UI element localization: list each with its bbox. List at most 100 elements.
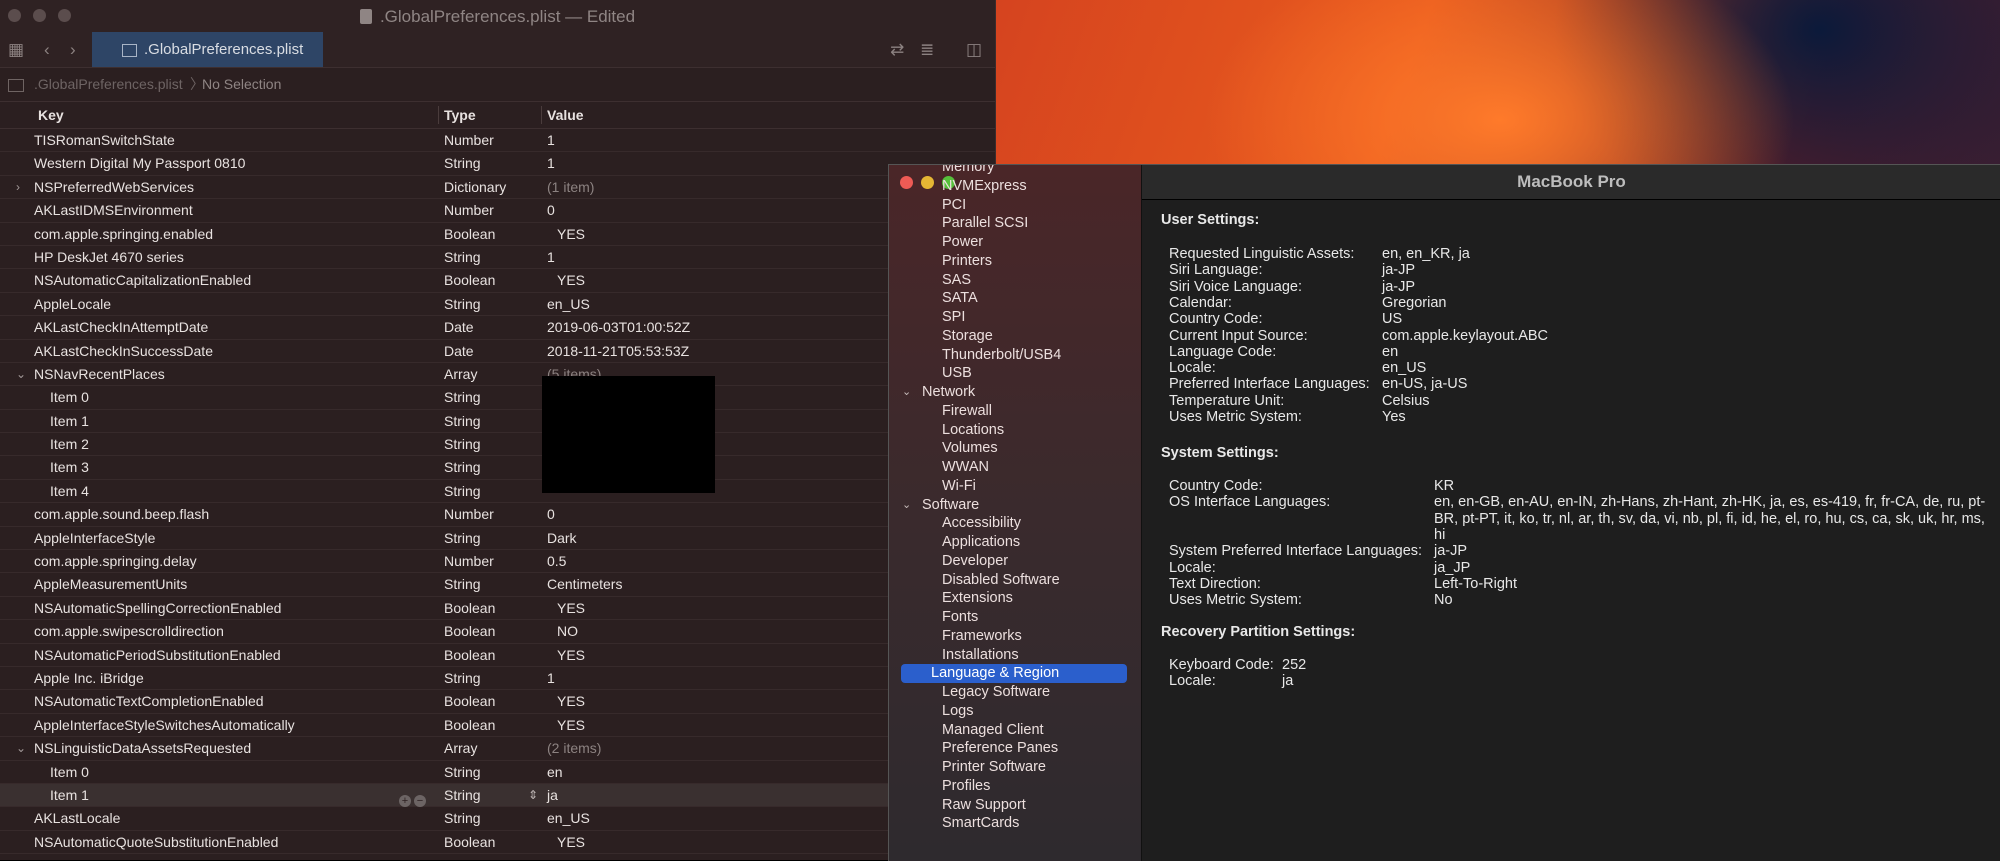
row-type[interactable]: Number bbox=[444, 503, 494, 525]
tab-globalpreferences[interactable]: .GlobalPreferences.plist bbox=[92, 32, 323, 67]
chevron-down-icon[interactable]: ⌄ bbox=[902, 496, 911, 514]
row-type[interactable]: Boolean bbox=[444, 620, 495, 642]
row-value[interactable]: (2 items) bbox=[547, 737, 601, 759]
table-row[interactable]: AppleMeasurementUnits String Centimeters bbox=[0, 573, 995, 597]
row-type[interactable]: String bbox=[444, 410, 481, 432]
row-value[interactable]: Dark bbox=[547, 527, 577, 549]
table-row[interactable]: TISRomanSwitchState Number 1 bbox=[0, 129, 995, 153]
table-row[interactable]: › NSPreferredWebServices Dictionary (1 item… bbox=[0, 176, 995, 200]
row-value[interactable]: 2019-06-03T01:00:52Z bbox=[547, 316, 690, 338]
minimize-button[interactable] bbox=[921, 176, 934, 189]
forward-arrow-icon[interactable]: › bbox=[70, 40, 76, 60]
sidebar-item-accessibility[interactable]: Accessibility bbox=[942, 514, 1021, 533]
remove-row-button[interactable]: − bbox=[414, 794, 426, 807]
sidebar-item-managed-client[interactable]: Managed Client bbox=[942, 721, 1044, 740]
sidebar-item-developer[interactable]: Developer bbox=[942, 552, 1008, 571]
row-type[interactable]: Boolean bbox=[444, 690, 495, 712]
table-row[interactable]: Item 1 String bbox=[0, 410, 995, 434]
swap-icon[interactable]: ⇄ bbox=[890, 40, 904, 60]
row-value[interactable]: 1 bbox=[547, 129, 555, 151]
sidebar-item-spi[interactable]: SPI bbox=[942, 308, 965, 327]
sidebar-item-locations[interactable]: Locations bbox=[942, 421, 1004, 440]
row-type[interactable]: Boolean bbox=[444, 269, 495, 291]
table-row[interactable]: HP DeskJet 4670 series String 1 bbox=[0, 246, 995, 270]
row-type[interactable]: Boolean bbox=[444, 831, 495, 853]
sidebar-item-usb[interactable]: USB bbox=[942, 364, 972, 383]
table-row[interactable]: Apple Inc. iBridge String 1 bbox=[0, 667, 995, 691]
breadcrumb-selection[interactable]: No Selection bbox=[202, 68, 281, 101]
row-type[interactable]: String bbox=[444, 807, 481, 829]
sidebar-item-printer-software[interactable]: Printer Software bbox=[942, 758, 1046, 777]
disclosure-chevron-icon[interactable]: ⌄ bbox=[16, 363, 26, 385]
table-row[interactable]: ⌄ NSNavRecentPlaces Array (5 items) bbox=[0, 363, 995, 387]
sidebar-item-extensions[interactable]: Extensions bbox=[942, 589, 1013, 608]
table-row[interactable]: Item 0 String en bbox=[0, 761, 995, 784]
sidebar-item-installations[interactable]: Installations bbox=[942, 646, 1019, 665]
row-value[interactable]: YES bbox=[557, 714, 585, 736]
row-value[interactable]: YES bbox=[557, 223, 585, 245]
row-value[interactable]: 2018-11-21T05:53:53Z bbox=[547, 340, 689, 362]
sidebar-item-sata[interactable]: SATA bbox=[942, 289, 978, 308]
disclosure-chevron-icon[interactable]: ⌄ bbox=[16, 737, 26, 759]
row-type[interactable]: Boolean bbox=[444, 714, 495, 736]
sidebar-item-preference-panes[interactable]: Preference Panes bbox=[942, 739, 1058, 758]
row-value[interactable]: 86400 bbox=[547, 854, 586, 860]
row-type[interactable]: Boolean bbox=[444, 644, 495, 666]
sidebar-item-logs[interactable]: Logs bbox=[942, 702, 973, 721]
row-type[interactable]: Date bbox=[444, 340, 474, 362]
column-divider[interactable] bbox=[438, 106, 439, 124]
row-value[interactable]: YES bbox=[557, 644, 585, 666]
table-row[interactable]: Item 1 + − ⇕ String ja bbox=[0, 783, 995, 808]
row-value[interactable]: 0 bbox=[547, 503, 555, 525]
table-row[interactable]: NSAutomaticTextCompletionEnabled Boolean Y… bbox=[0, 690, 995, 714]
sidebar-item-raw-support[interactable]: Raw Support bbox=[942, 796, 1026, 815]
row-value[interactable]: ja bbox=[547, 784, 558, 806]
table-row[interactable]: AKLastCheckInSuccessDate Date 2018-11-21T0… bbox=[0, 340, 995, 363]
row-value[interactable]: 1 bbox=[547, 246, 555, 268]
disclosure-chevron-icon[interactable]: › bbox=[16, 176, 20, 198]
row-value[interactable]: en_US bbox=[547, 807, 590, 829]
sidebar-item-frameworks[interactable]: Frameworks bbox=[942, 627, 1022, 646]
column-header-value[interactable]: Value bbox=[547, 102, 584, 128]
row-value[interactable]: en bbox=[547, 761, 563, 783]
table-row[interactable]: Item 4 String bbox=[0, 480, 995, 504]
sidebar-item-applications[interactable]: Applications bbox=[942, 533, 1020, 552]
row-value[interactable]: Centimeters bbox=[547, 573, 622, 595]
sidebar-item-parallel-scsi[interactable]: Parallel SCSI bbox=[942, 214, 1028, 233]
row-value[interactable]: 0 bbox=[547, 199, 555, 221]
row-type[interactable]: String bbox=[444, 386, 481, 408]
table-row[interactable]: ⌄ NSLinguisticDataAssetsRequested Array (2 … bbox=[0, 737, 995, 761]
row-type[interactable]: Array bbox=[444, 737, 477, 759]
row-type[interactable]: String bbox=[444, 293, 481, 315]
sidebar-item-wwan[interactable]: WWAN bbox=[942, 458, 989, 477]
table-row[interactable]: NSAutomaticPeriodSubstitutionEnabled Bool… bbox=[0, 644, 995, 667]
row-type[interactable]: String bbox=[444, 433, 481, 455]
row-type[interactable]: String bbox=[444, 456, 481, 478]
table-row[interactable]: Item 0 String bbox=[0, 386, 995, 410]
sidebar-item-fonts[interactable]: Fonts bbox=[942, 608, 978, 627]
table-row[interactable]: AppleInterfaceStyle String Dark bbox=[0, 527, 995, 551]
table-row[interactable]: AKLastIDMSEnvironment Number 0 bbox=[0, 199, 995, 223]
column-header-type[interactable]: Type bbox=[444, 102, 476, 128]
sidebar-item-volumes[interactable]: Volumes bbox=[942, 439, 998, 458]
row-type[interactable]: Date bbox=[444, 316, 474, 338]
sidebar-item-language-region[interactable]: Language & Region bbox=[901, 664, 1127, 683]
grid-view-icon[interactable]: ▦ bbox=[8, 40, 24, 60]
row-type[interactable]: Array bbox=[444, 363, 477, 385]
breadcrumb-file[interactable]: .GlobalPreferences.plist bbox=[34, 68, 183, 101]
table-row[interactable]: AKLastLocale String en_US bbox=[0, 807, 995, 831]
table-row[interactable]: NSLinguisticDataAssetsRequestLastInterva… bbox=[0, 854, 995, 860]
column-divider[interactable] bbox=[541, 106, 542, 124]
table-row[interactable]: Item 2 String bbox=[0, 433, 995, 457]
back-arrow-icon[interactable]: ‹ bbox=[44, 40, 50, 60]
row-type[interactable]: String bbox=[444, 527, 481, 549]
sidebar-item-software[interactable]: ⌄ Software bbox=[902, 496, 979, 515]
sidebar-item-nvmexpress[interactable]: NVMExpress bbox=[942, 177, 1027, 196]
row-type[interactable]: String bbox=[444, 761, 481, 783]
sidebar-item-disabled-software[interactable]: Disabled Software bbox=[942, 571, 1060, 590]
row-value[interactable]: 0.5 bbox=[547, 550, 566, 572]
row-value[interactable]: YES bbox=[557, 597, 585, 619]
table-row[interactable]: Item 3 String bbox=[0, 456, 995, 480]
sidebar-item-firewall[interactable]: Firewall bbox=[942, 402, 992, 421]
sidebar-item-pci[interactable]: PCI bbox=[942, 196, 966, 215]
